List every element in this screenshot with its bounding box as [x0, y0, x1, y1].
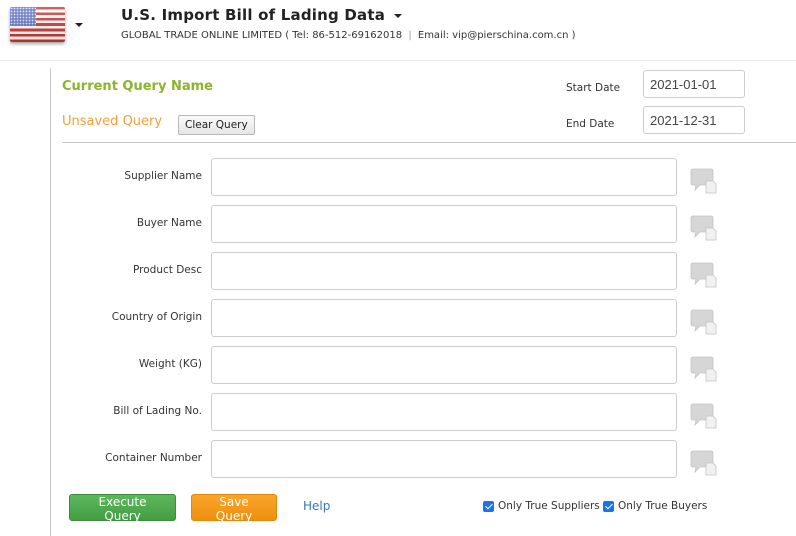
only-true-suppliers-checkbox[interactable]: Only True Suppliers: [483, 500, 600, 512]
note-icon[interactable]: [689, 168, 717, 194]
supplier-name-label: Supplier Name: [124, 170, 202, 182]
form-row-weight-kg: Weight (KG): [51, 346, 796, 384]
company-contact-info: GLOBAL TRADE ONLINE LIMITED ( Tel: 86-51…: [121, 30, 576, 41]
note-icon[interactable]: [689, 450, 717, 476]
bill-of-lading-no-input[interactable]: [211, 393, 677, 431]
form-row-buyer-name: Buyer Name: [51, 205, 796, 243]
query-name-value: Unsaved Query: [62, 114, 163, 129]
page-title[interactable]: U.S. Import Bill of Lading Data: [121, 6, 403, 24]
bill-of-lading-no-label: Bill of Lading No.: [113, 405, 202, 417]
us-flag-icon[interactable]: [10, 7, 65, 42]
product-desc-input[interactable]: [211, 252, 677, 290]
end-date-label: End Date: [566, 118, 615, 130]
page-title-text: U.S. Import Bill of Lading Data: [121, 6, 386, 24]
note-icon[interactable]: [689, 262, 717, 288]
end-date-input[interactable]: [643, 106, 745, 134]
form-row-country-of-origin: Country of Origin: [51, 299, 796, 337]
separator: |: [408, 30, 412, 41]
form-row-product-desc: Product Desc: [51, 252, 796, 290]
container-number-label: Container Number: [105, 452, 202, 464]
query-panel: Current Query Name Unsaved Query Clear Q…: [50, 68, 796, 536]
supplier-name-input[interactable]: [211, 158, 677, 196]
container-number-input[interactable]: [211, 440, 677, 478]
buyer-name-input[interactable]: [211, 205, 677, 243]
only-true-buyers-checkbox[interactable]: Only True Buyers: [603, 500, 707, 512]
divider: [62, 142, 796, 143]
save-query-button[interactable]: Save Query: [191, 494, 277, 523]
form-row-container-number: Container Number: [51, 440, 796, 478]
execute-query-button[interactable]: Execute Query: [69, 494, 176, 523]
checkbox-checked-icon[interactable]: [603, 500, 614, 512]
note-icon[interactable]: [689, 403, 717, 429]
weight-kg-input[interactable]: [211, 346, 677, 384]
app-header: U.S. Import Bill of Lading Data GLOBAL T…: [0, 0, 796, 61]
only-true-buyers-label: Only True Buyers: [618, 500, 708, 512]
clear-query-button[interactable]: Clear Query: [178, 115, 255, 135]
note-icon[interactable]: [689, 309, 717, 335]
help-link[interactable]: Help: [303, 499, 330, 513]
title-dropdown-caret-icon[interactable]: [394, 13, 403, 18]
note-icon[interactable]: [689, 356, 717, 382]
start-date-input[interactable]: [643, 70, 745, 98]
company-info: GLOBAL TRADE ONLINE LIMITED ( Tel: 86-51…: [121, 30, 403, 41]
country-dropdown-caret-icon[interactable]: [75, 23, 83, 27]
form-row-bill-of-lading-no: Bill of Lading No.: [51, 393, 796, 431]
email-info: Email: vip@pierschina.com.cn ): [417, 30, 576, 41]
country-of-origin-input[interactable]: [211, 299, 677, 337]
country-of-origin-label: Country of Origin: [111, 311, 202, 323]
weight-kg-label: Weight (KG): [138, 358, 202, 370]
product-desc-label: Product Desc: [133, 264, 202, 276]
form-row-supplier-name: Supplier Name: [51, 158, 796, 196]
buyer-name-label: Buyer Name: [136, 217, 202, 229]
checkbox-checked-icon[interactable]: [483, 500, 494, 512]
start-date-label: Start Date: [566, 82, 621, 94]
current-query-name-label: Current Query Name: [62, 79, 213, 94]
only-true-suppliers-label: Only True Suppliers: [498, 500, 600, 512]
note-icon[interactable]: [689, 215, 717, 241]
